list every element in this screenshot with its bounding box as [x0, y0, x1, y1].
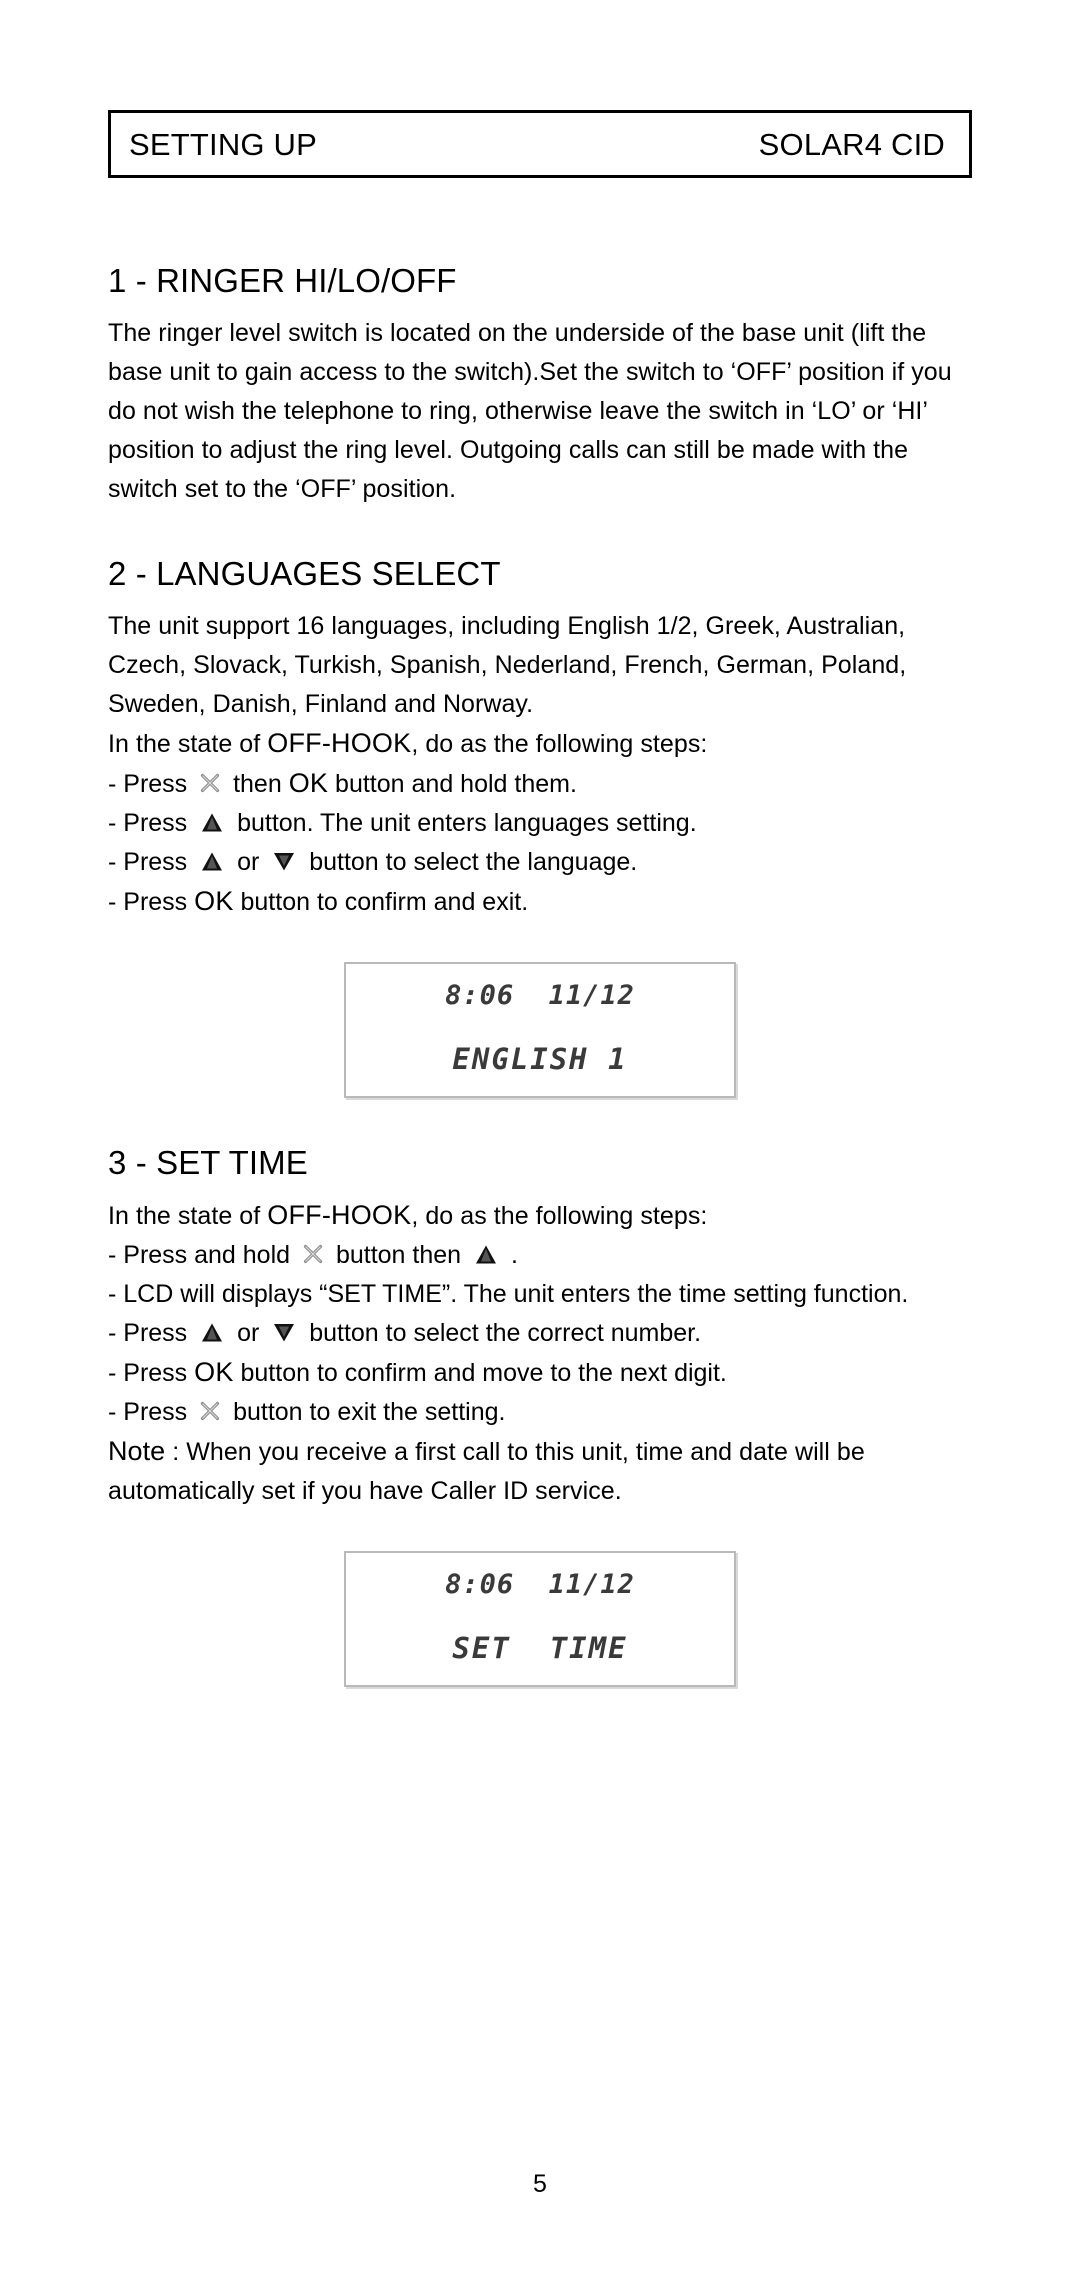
step-text: - Press: [108, 1318, 195, 1347]
step-text: - Press: [108, 1358, 195, 1387]
state-suffix-text: , do as the following steps:: [411, 729, 708, 758]
lcd-set-time-wrap: 8:06 11/12 SET TIME: [108, 1550, 972, 1687]
section-set-time: 3 - SET TIME In the state of OFF-HOOK, d…: [108, 1144, 972, 1687]
step-text: button to select the correct number.: [302, 1318, 702, 1347]
up-arrow-key-icon: [200, 1322, 224, 1343]
down-arrow-key-icon: [272, 1322, 296, 1343]
list-item: - LCD will displays “SET TIME”. The unit…: [108, 1275, 972, 1314]
list-item: - Press or button to select the language…: [108, 843, 972, 882]
step-text: then: [226, 769, 289, 798]
lcd-time-date-line: 8:06 11/12: [445, 979, 635, 1011]
ok-key-label: OK: [194, 1356, 234, 1387]
languages-steps-list: - Press then OK button and hold them. - …: [108, 764, 972, 922]
list-item: - Press OK button to confirm and exit.: [108, 882, 972, 922]
set-time-note: Note : When you receive a first call to …: [108, 1432, 972, 1511]
step-text: or: [230, 1318, 267, 1347]
set-time-state-line: In the state of OFF-HOOK, do as the foll…: [108, 1196, 972, 1236]
list-item: - Press then OK button and hold them.: [108, 764, 972, 804]
note-body-text: : When you receive a first call to this …: [108, 1437, 865, 1505]
ok-key-label: OK: [194, 885, 234, 916]
section-heading-languages: 2 - LANGUAGES SELECT: [108, 554, 501, 592]
x-key-icon: [199, 772, 221, 794]
step-text: - Press: [108, 1397, 195, 1426]
step-text: button to confirm and exit.: [233, 887, 529, 916]
languages-state-line: In the state of OFF-HOOK, do as the foll…: [108, 724, 972, 764]
section-heading-set-time: 3 - SET TIME: [108, 1143, 308, 1181]
offhook-keyword: OFF-HOOK: [267, 727, 412, 758]
offhook-keyword: OFF-HOOK: [267, 1199, 412, 1230]
section-ringer: 1 - RINGER HI/LO/OFF The ringer level sw…: [108, 262, 972, 509]
lcd-status-line: SET TIME: [452, 1630, 628, 1665]
section-heading-ringer: 1 - RINGER HI/LO/OFF: [108, 262, 457, 299]
list-item: - Press button. The unit enters language…: [108, 804, 972, 843]
step-text: button to confirm and move to the next d…: [233, 1358, 727, 1387]
step-text: - Press: [108, 769, 195, 798]
section-ringer-paragraph: The ringer level switch is located on th…: [108, 318, 952, 503]
set-time-steps-list: - Press and hold button then . - LCD wil…: [108, 1236, 972, 1432]
ok-key-label: OK: [288, 767, 329, 798]
note-label: Note: [108, 1435, 166, 1466]
page-number: 5: [533, 2170, 547, 2198]
step-text: button and hold them.: [328, 769, 577, 798]
step-text: button. The unit enters languages settin…: [230, 808, 697, 837]
step-text: button to exit the setting.: [226, 1397, 506, 1426]
step-text: - Press: [108, 847, 195, 876]
step-text: - LCD will displays “SET TIME”. The unit…: [108, 1279, 909, 1308]
list-item: - Press or button to select the correct …: [108, 1314, 972, 1353]
step-text: button to select the language.: [302, 847, 638, 876]
up-arrow-key-icon: [474, 1244, 498, 1265]
up-arrow-key-icon: [200, 851, 224, 872]
section-languages: 2 - LANGUAGES SELECT The unit support 16…: [108, 555, 972, 1098]
page-header: SETTING UP SOLAR4 CID: [108, 110, 972, 178]
list-item: - Press OK button to confirm and move to…: [108, 1353, 972, 1393]
state-suffix-text: , do as the following steps:: [411, 1201, 708, 1230]
step-text: .: [504, 1240, 518, 1269]
page-content: SETTING UP SOLAR4 CID 1 - RINGER HI/LO/O…: [108, 110, 972, 1687]
step-text: - Press: [108, 808, 195, 837]
lcd-time-date-line: 8:06 11/12: [445, 1568, 635, 1600]
state-prefix-text: In the state of: [108, 1201, 268, 1230]
state-prefix-text: In the state of: [108, 729, 268, 758]
document-page: SETTING UP SOLAR4 CID 1 - RINGER HI/LO/O…: [0, 0, 1080, 2286]
lcd-display-languages: 8:06 11/12 ENGLISH 1: [344, 961, 736, 1098]
lcd-languages-wrap: 8:06 11/12 ENGLISH 1: [108, 961, 972, 1098]
lcd-status-line: ENGLISH 1: [452, 1041, 628, 1076]
product-model-label: SOLAR4 CID: [758, 126, 945, 162]
x-key-icon: [302, 1243, 324, 1265]
list-item: - Press button to exit the setting.: [108, 1393, 972, 1432]
step-text: or: [230, 847, 267, 876]
down-arrow-key-icon: [272, 851, 296, 872]
x-key-icon: [199, 1400, 221, 1422]
languages-intro-paragraph: The unit support 16 languages, including…: [108, 611, 907, 718]
page-title: SETTING UP: [129, 126, 318, 162]
list-item: - Press and hold button then .: [108, 1236, 972, 1275]
step-text: - Press and hold: [108, 1240, 297, 1269]
lcd-display-set-time: 8:06 11/12 SET TIME: [344, 1550, 736, 1687]
step-text: button then: [329, 1240, 469, 1269]
step-text: - Press: [108, 887, 195, 916]
up-arrow-key-icon: [200, 812, 224, 833]
